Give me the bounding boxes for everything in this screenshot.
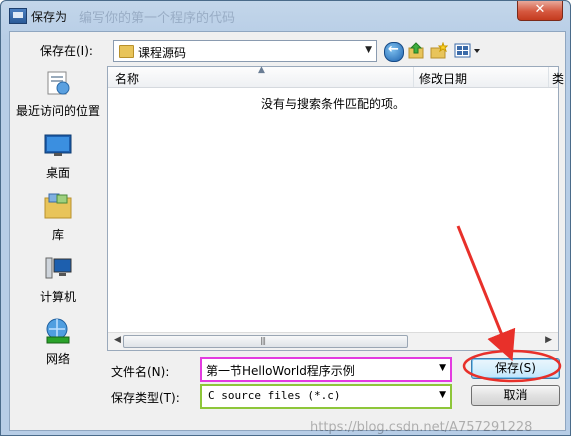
annotation-arrow — [456, 225, 516, 362]
annotation-circle — [462, 349, 562, 383]
annotation-overlay — [456, 225, 562, 383]
